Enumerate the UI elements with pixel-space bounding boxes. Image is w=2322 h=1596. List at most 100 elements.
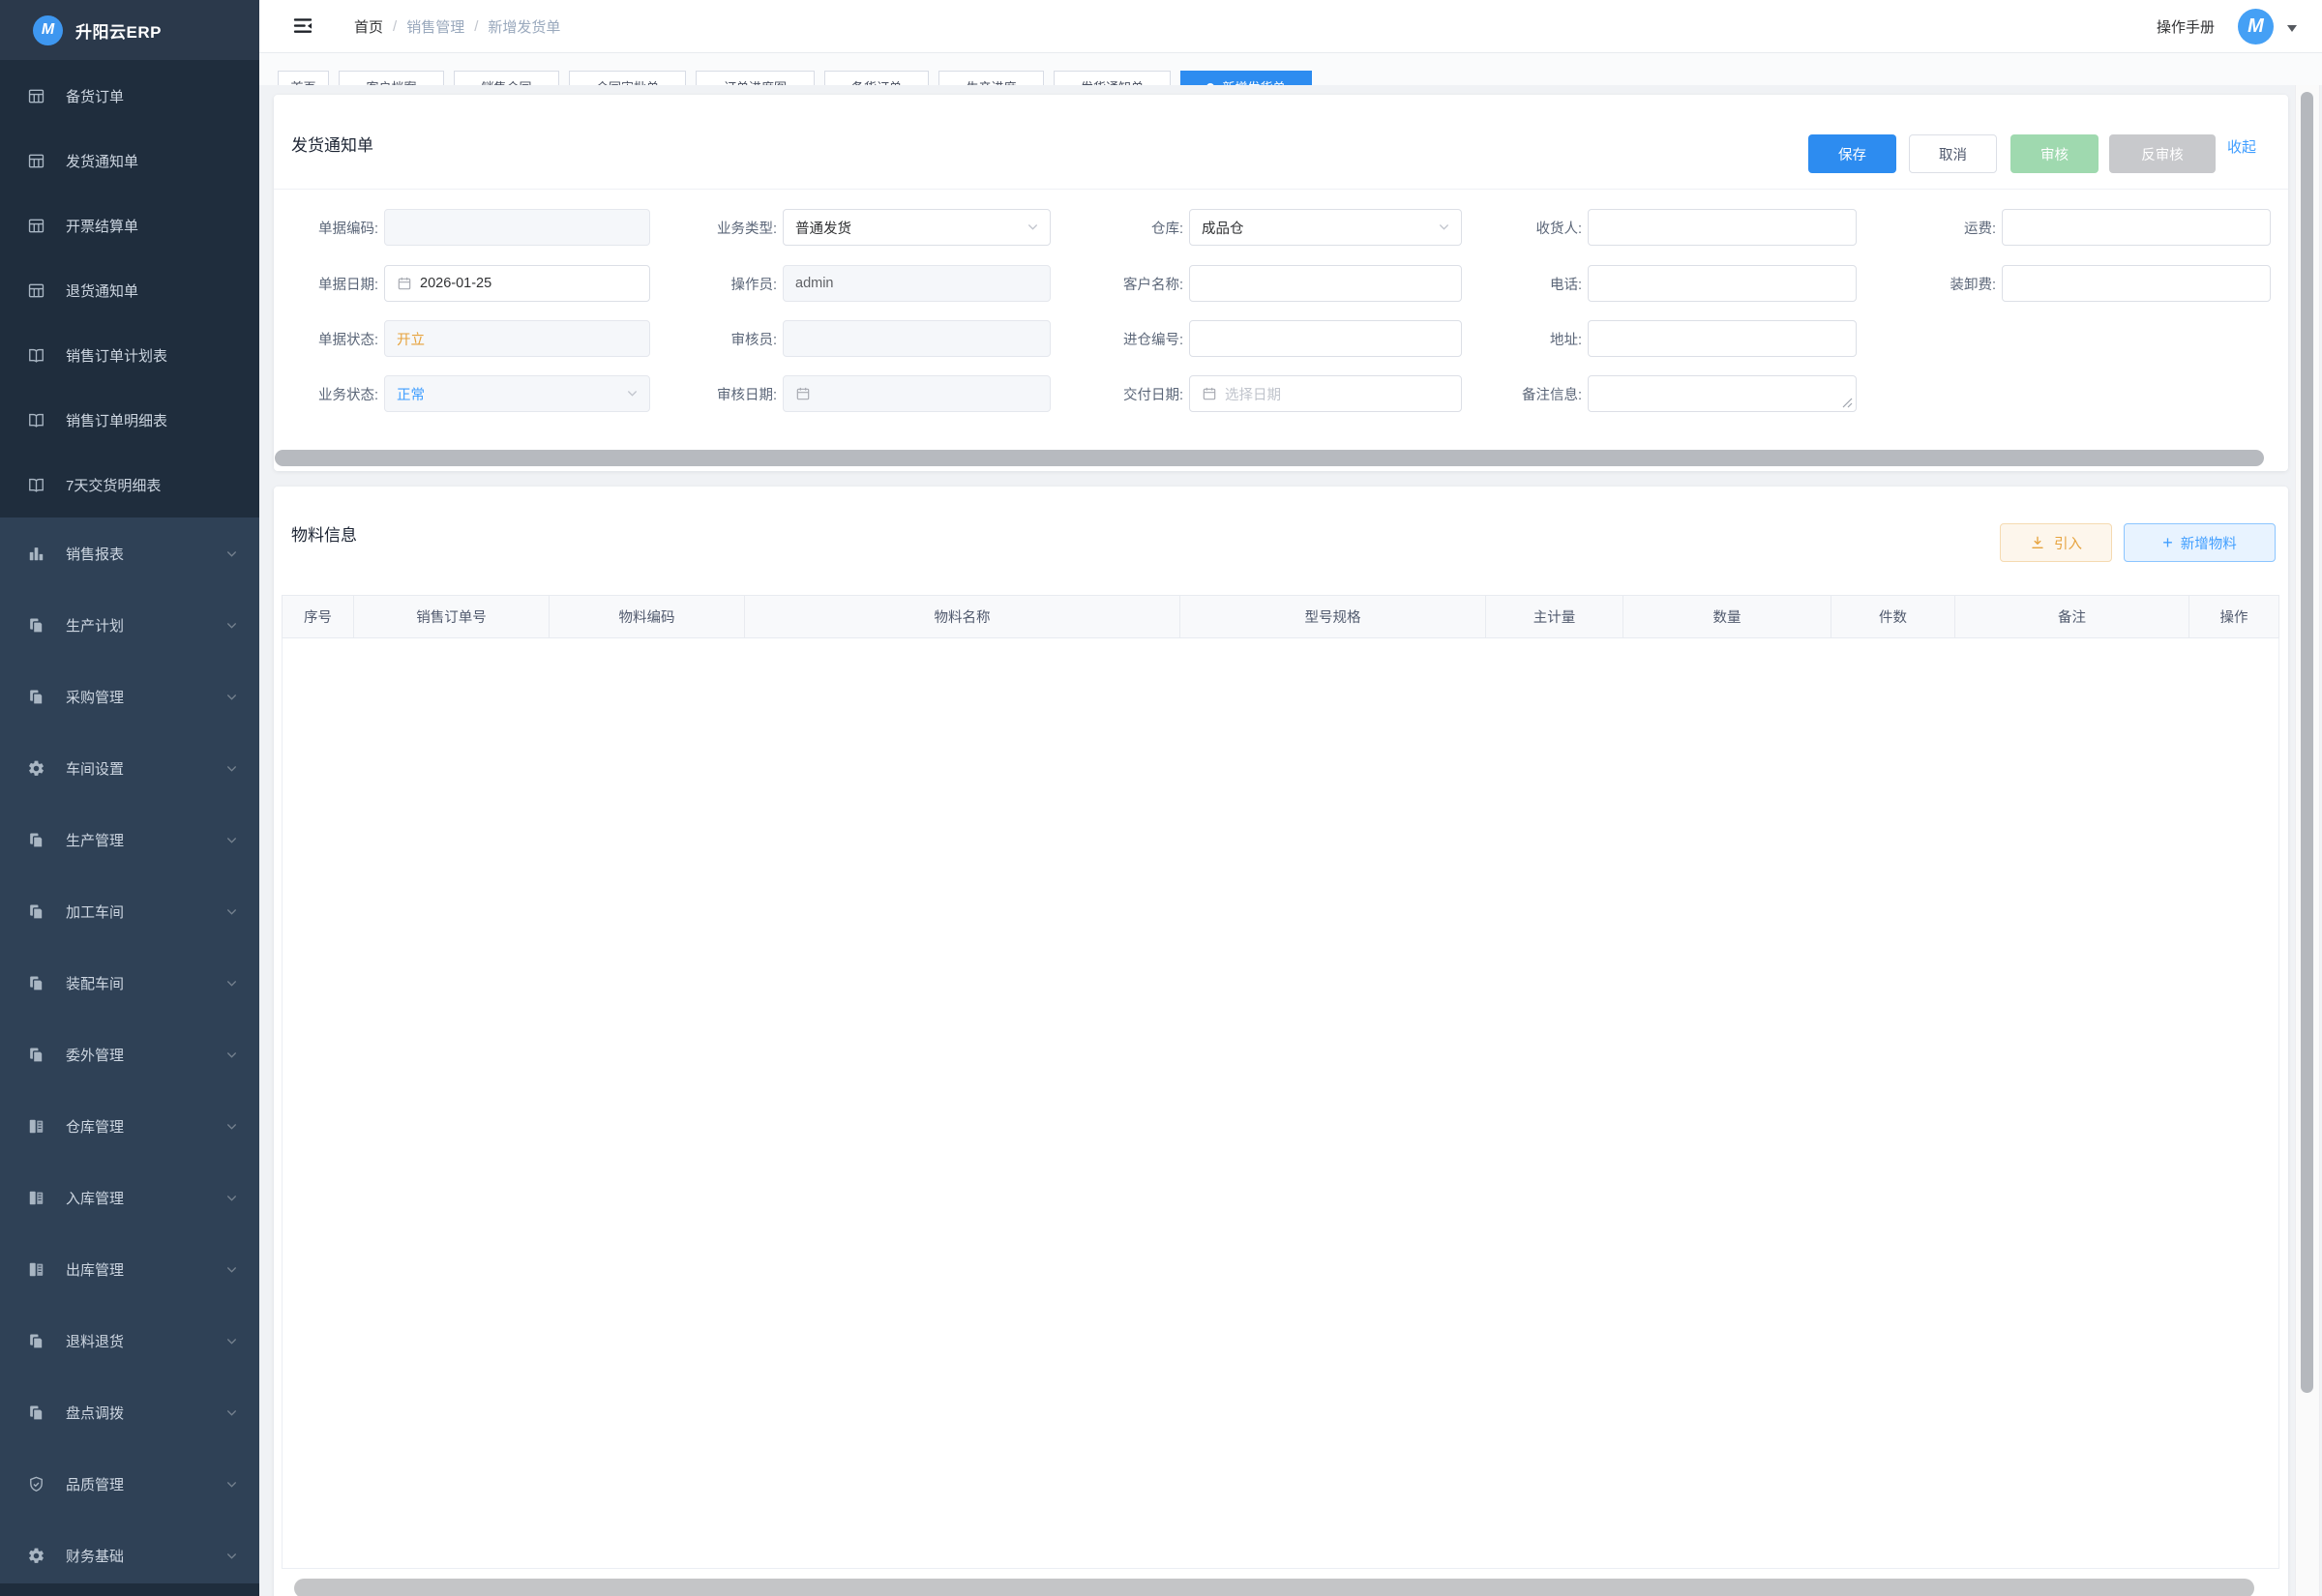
book-open-icon [27,411,45,429]
copy-doc-icon [27,831,45,849]
table-horizontal-scrollbar[interactable] [294,1579,2254,1596]
col-main-unit: 主计量 [1486,596,1623,637]
business-status-select[interactable]: 正常 [384,375,650,412]
chevron-down-icon [225,1263,238,1276]
chevron-down-icon [225,1478,238,1491]
form-horizontal-scrollbar[interactable] [275,450,2264,466]
sidebar-item-chejian-shezhi[interactable]: 车间设置 [0,732,259,804]
tab-home[interactable]: 首页 [278,71,329,85]
freight-input[interactable] [2002,209,2271,246]
app-title: 升阳云ERP [75,18,162,43]
address-input[interactable] [1588,320,1857,357]
bar-chart-icon [27,545,45,563]
tab-order-progress[interactable]: 订单进度图 [696,71,815,85]
handling-fee-input[interactable] [2002,265,2271,302]
auditor-input[interactable] [783,320,1051,357]
phone-input[interactable] [1588,265,1857,302]
remark-textarea[interactable] [1588,375,1857,412]
caret-down-icon[interactable] [2287,25,2297,37]
sidebar-item-fahuo-tongzhidan[interactable]: 发货通知单 [0,129,259,193]
save-button[interactable]: 保存 [1808,134,1896,173]
business-status-label: 业务状态: [282,384,378,404]
chevron-down-icon [225,1049,238,1061]
tab-customer-file[interactable]: 客户档案 [339,71,444,85]
avatar[interactable]: M [2238,9,2274,44]
top-header: 首页 / 销售管理 / 新增发货单 操作手册 M [259,0,2322,53]
breadcrumb-separator: / [393,18,397,35]
import-button[interactable]: 引入 [2000,523,2112,562]
tab-production-progress[interactable]: 生产进度 [938,71,1044,85]
sidebar-item-ruku-guanli[interactable]: 入库管理 [0,1162,259,1233]
audit-date-picker[interactable] [783,375,1051,412]
field-inbound-no: 进仓编号: [1087,320,1462,357]
unaudit-button[interactable]: 反审核 [2109,134,2216,173]
cancel-button[interactable]: 取消 [1909,134,1997,173]
erp-app: M 升阳云ERP 备货订单 发货通知单 开票结算单 退货通知单 销售订 [0,0,2322,1596]
sidebar-item-label: 入库管理 [66,1188,225,1208]
app-logo[interactable]: M 升阳云ERP [0,0,259,60]
tab-contract-approval[interactable]: 合同审批单 [569,71,686,85]
audit-button[interactable]: 审核 [2010,134,2099,173]
sidebar-item-caigou-guanli[interactable]: 采购管理 [0,661,259,732]
menu-fold-icon[interactable] [292,16,313,36]
sidebar-item-shengchan-guanli[interactable]: 生产管理 [0,804,259,875]
tab-new-delivery-notice[interactable]: 新增发货单 [1180,71,1312,85]
sidebar-item-tuihuo-tongzhidan[interactable]: 退货通知单 [0,258,259,323]
calendar-icon [1202,386,1217,401]
consignee-input[interactable] [1588,209,1857,246]
warehouse-value: 成品仓 [1202,218,1244,238]
sidebar-item-kaipiao-jiesuandan[interactable]: 开票结算单 [0,193,259,258]
sidebar-item-beihuo-dingdan[interactable]: 备货订单 [0,64,259,129]
field-delivery-date: 交付日期: 选择日期 [1087,375,1462,412]
sidebar-item-xiaoshou-dingdan-mingxibiao[interactable]: 销售订单明细表 [0,388,259,453]
sidebar-item-label: 盘点调拨 [66,1403,225,1423]
sidebar-item-pinzhi-guanli[interactable]: 品质管理 [0,1448,259,1520]
chevron-down-icon [626,387,639,399]
operator-input[interactable]: admin [783,265,1051,302]
sidebar-item-xiaoshou-dingdan-jihuabiao[interactable]: 销售订单计划表 [0,323,259,388]
sidebar-expanded-group: 备货订单 发货通知单 开票结算单 退货通知单 销售订单计划表 销售订单明细表 [0,60,259,517]
manual-link[interactable]: 操作手册 [2157,16,2215,37]
header-right: 操作手册 M [2157,9,2297,44]
field-handling-fee: 装卸费: [1891,265,2271,302]
add-material-button[interactable]: + 新增物料 [2124,523,2276,562]
collapse-link[interactable]: 收起 [2227,136,2256,157]
breadcrumb-home[interactable]: 首页 [354,16,383,37]
col-seq: 序号 [283,596,354,637]
col-model-spec: 型号规格 [1180,596,1486,637]
doc-date-picker[interactable]: 2026-01-25 [384,265,650,302]
doc-status-label: 单据状态: [282,329,378,349]
tab-delivery-notice[interactable]: 发货通知单 [1054,71,1171,85]
sidebar-item-caiwu-jichu[interactable]: 财务基础 [0,1520,259,1591]
tab-sales-contract[interactable]: 销售合同 [454,71,559,85]
shield-check-icon [27,1475,45,1493]
tab-stock-order[interactable]: 备货订单 [824,71,929,85]
chevron-down-icon [225,834,238,846]
inbound-no-input[interactable] [1189,320,1462,357]
sidebar-item-weiwai-guanli[interactable]: 委外管理 [0,1019,259,1090]
resize-grip-icon[interactable] [1842,398,1853,408]
doc-date-value: 2026-01-25 [420,276,491,291]
sidebar-item-cangku-guanli[interactable]: 仓库管理 [0,1090,259,1162]
doc-status-input[interactable]: 开立 [384,320,650,357]
sidebar-item-7tian-jiaohuo-mingxibiao[interactable]: 7天交货明细表 [0,453,259,517]
sidebar-item-zhuangpei-chejian[interactable]: 装配车间 [0,947,259,1019]
sidebar-item-chuku-guanli[interactable]: 出库管理 [0,1233,259,1305]
page-scrollbar-thumb[interactable] [2301,92,2313,1393]
breadcrumb-sales[interactable]: 销售管理 [406,16,464,37]
business-type-select[interactable]: 普通发货 [783,209,1051,246]
customer-name-input[interactable] [1189,265,1462,302]
sidebar-item-jiagong-chejian[interactable]: 加工车间 [0,875,259,947]
sidebar-item-tuiliao-tuihuo[interactable]: 退料退货 [0,1305,259,1376]
delivery-date-picker[interactable]: 选择日期 [1189,375,1462,412]
sidebar-item-label: 退料退货 [66,1331,225,1351]
sidebar-item-xiaoshou-baobiao[interactable]: 销售报表 [0,517,259,589]
sidebar-item-pandian-diaobo[interactable]: 盘点调拨 [0,1376,259,1448]
sidebar: M 升阳云ERP 备货订单 发货通知单 开票结算单 退货通知单 销售订 [0,0,259,1596]
chevron-down-icon [225,1406,238,1419]
field-operator: 操作员: admin [680,265,1051,302]
warehouse-select[interactable]: 成品仓 [1189,209,1462,246]
doc-code-input[interactable] [384,209,650,246]
sidebar-item-shengchan-jihua[interactable]: 生产计划 [0,589,259,661]
sidebar-item-label: 7天交货明细表 [66,475,238,495]
